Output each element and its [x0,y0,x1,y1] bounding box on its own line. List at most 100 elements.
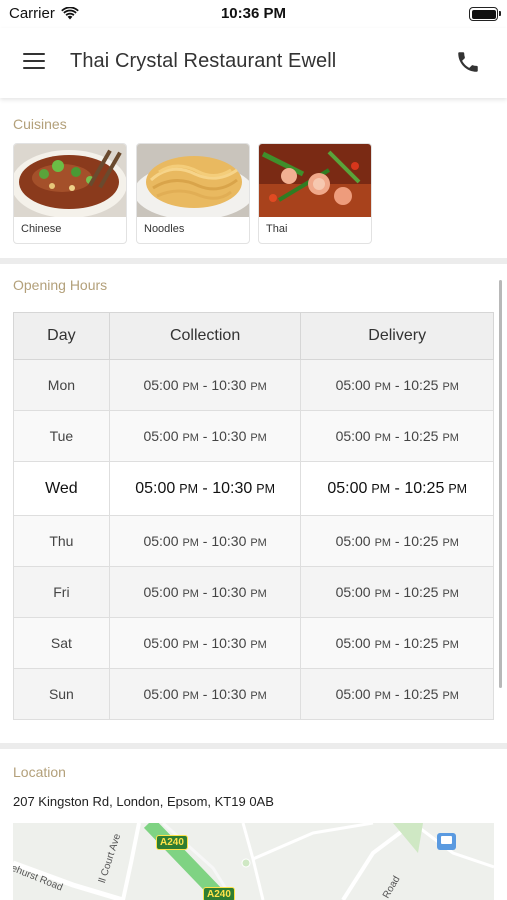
close-time: 10:30 [211,377,247,393]
page-title: Thai Crystal Restaurant Ewell [70,50,337,72]
open-time: 05:00 [327,479,368,497]
hamburger-menu-icon[interactable] [22,50,48,72]
open-time: 05:00 [143,533,179,549]
chinese-food-image [14,144,126,217]
opening-hours-table: Day Collection Delivery Mon 05:00 PM - 10:… [13,312,494,720]
time-separator: - [198,686,212,702]
location-title: Location [13,764,66,780]
status-bar: Carrier 10:36 PM [0,0,507,28]
pm-suffix: PM [250,639,267,651]
time-separator: - [390,479,405,497]
scrollbar[interactable] [499,280,502,688]
close-time: 10:30 [211,428,247,444]
close-time: 10:30 [211,533,247,549]
header-collection: Collection [108,312,302,360]
close-time: 10:30 [211,635,247,651]
table-header-row: Day Collection Delivery [13,312,494,360]
delivery-hours-cell: 05:00 PM - 10:25 PM [300,461,494,516]
day-cell: Sun [13,668,110,720]
day-cell: Tue [13,410,110,462]
navigation-bar: Thai Crystal Restaurant Ewell [0,28,507,98]
time-separator: - [197,479,213,497]
cuisines-title: Cuisines [13,116,67,132]
close-time: 10:25 [403,635,439,651]
section-divider [0,258,507,264]
delivery-hours-cell: 05:00 PM - 10:25 PM [300,410,494,462]
location-map[interactable]: A240 A240 kehurst Road ll Court Ave Road [13,823,494,900]
day-cell: Thu [13,515,110,567]
opening-hours-rows: Mon 05:00 PM - 10:30 PM 05:00 PM - 10:25 PM Tue… [13,359,494,720]
close-time: 10:25 [404,479,445,497]
cuisine-label: Noodles [144,223,185,235]
pm-suffix: PM [256,481,275,496]
open-time: 05:00 [335,533,371,549]
delivery-hours-cell: 05:00 PM - 10:25 PM [300,668,494,720]
collection-hours-cell: 05:00 PM - 10:30 PM [108,359,302,411]
open-time: 05:00 [143,428,179,444]
table-row: Sun 05:00 PM - 10:30 PM 05:00 PM - 10:25 PM [13,668,494,720]
pm-suffix: PM [442,381,459,393]
cuisine-card-chinese[interactable]: Chinese [13,143,127,244]
header-day: Day [13,312,110,360]
road-badge: A240 [156,835,188,850]
opening-hours-title: Opening Hours [13,277,108,293]
pm-suffix: PM [250,690,267,702]
battery-icon [469,7,501,21]
time-separator: - [390,584,404,600]
pm-suffix: PM [182,381,199,393]
open-time: 05:00 [335,377,371,393]
pm-suffix: PM [374,588,391,600]
pm-suffix: PM [182,690,199,702]
collection-hours-cell: 05:00 PM - 10:30 PM [108,461,302,516]
close-time: 10:25 [403,584,439,600]
time-separator: - [198,377,212,393]
pm-suffix: PM [182,639,199,651]
cuisine-card-noodles[interactable]: Noodles [136,143,250,244]
table-row: Fri 05:00 PM - 10:30 PM 05:00 PM - 10:25 PM [13,566,494,618]
delivery-hours-cell: 05:00 PM - 10:25 PM [300,515,494,567]
road-badge: A240 [203,887,235,900]
close-time: 10:25 [403,686,439,702]
time-separator: - [390,533,404,549]
time-separator: - [390,635,404,651]
cuisine-label: Chinese [21,223,62,235]
time-separator: - [198,428,212,444]
pm-suffix: PM [442,432,459,444]
close-time: 10:25 [403,377,439,393]
open-time: 05:00 [335,635,371,651]
open-time: 05:00 [143,377,179,393]
pm-suffix: PM [182,588,199,600]
delivery-hours-cell: 05:00 PM - 10:25 PM [300,566,494,618]
open-time: 05:00 [135,479,176,497]
time-separator: - [198,584,212,600]
pm-suffix: PM [442,639,459,651]
collection-hours-cell: 05:00 PM - 10:30 PM [108,566,302,618]
cuisine-card-thai[interactable]: Thai [258,143,372,244]
delivery-hours-cell: 05:00 PM - 10:25 PM [300,359,494,411]
time-separator: - [390,686,404,702]
pm-suffix: PM [442,588,459,600]
day-cell: Sat [13,617,110,669]
table-row: Sat 05:00 PM - 10:30 PM 05:00 PM - 10:25 PM [13,617,494,669]
pm-suffix: PM [374,639,391,651]
time-separator: - [198,533,212,549]
close-time: 10:30 [212,479,253,497]
day-cell: Fri [13,566,110,618]
noodles-food-image [137,144,249,217]
map-graphic [13,823,494,900]
pm-suffix: PM [182,537,199,549]
open-time: 05:00 [143,635,179,651]
collection-hours-cell: 05:00 PM - 10:30 PM [108,668,302,720]
open-time: 05:00 [143,686,179,702]
table-row: Thu 05:00 PM - 10:30 PM 05:00 PM - 10:25 PM [13,515,494,567]
address-text: 207 Kingston Rd, London, Epsom, KT19 0AB [13,794,274,809]
pm-suffix: PM [374,690,391,702]
phone-icon[interactable] [455,49,481,75]
time-separator: - [390,428,404,444]
pm-suffix: PM [442,690,459,702]
pm-suffix: PM [179,481,198,496]
section-divider [0,743,507,749]
pm-suffix: PM [448,481,468,496]
pm-suffix: PM [374,537,391,549]
collection-hours-cell: 05:00 PM - 10:30 PM [108,410,302,462]
